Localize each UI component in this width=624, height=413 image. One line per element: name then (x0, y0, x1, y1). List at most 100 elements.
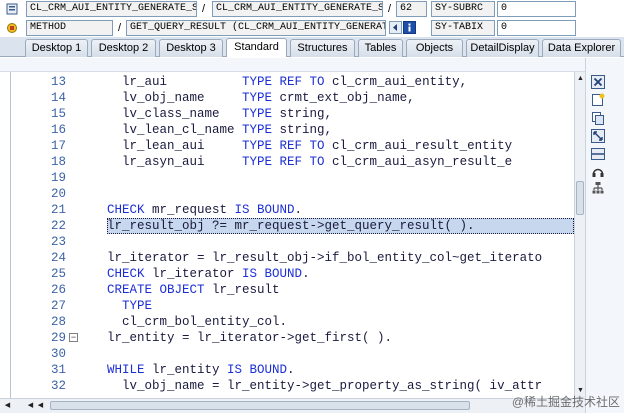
method-icon (7, 23, 17, 33)
new-icon[interactable] (591, 93, 605, 107)
line-number: 14 (50, 91, 66, 105)
code-text: cl_crm_bol_entity_col. (107, 315, 288, 329)
code-line[interactable]: 32 lv_obj_name = lr_entity->get_property… (11, 378, 574, 394)
code-line[interactable]: 29− lr_entity = lr_iterator->get_first( )… (11, 330, 574, 346)
code-text: lv_lean_cl_name TYPE string, (107, 123, 333, 137)
code-text: lr_lean_aui TYPE REF TO cl_crm_aui_resul… (107, 139, 513, 153)
line-number: 32 (50, 379, 66, 393)
separator-slash: / (118, 22, 122, 34)
headset-icon[interactable] (591, 165, 605, 179)
code-text: CREATE OBJECT lr_result (107, 283, 280, 297)
line-number: 21 (50, 203, 66, 217)
source-code-editor[interactable]: 13 lr_aui TYPE REF TO cl_crm_aui_entity,… (11, 72, 574, 398)
code-text: lr_aui TYPE REF TO cl_crm_aui_entity, (107, 75, 468, 89)
back-icon[interactable] (389, 21, 402, 34)
info-icon[interactable] (403, 21, 416, 34)
code-line[interactable]: 24 lr_iterator = lr_result_obj->if_bol_en… (11, 250, 574, 266)
code-line[interactable]: 21 CHECK mr_request IS BOUND. (11, 202, 574, 218)
vertical-scrollbar[interactable]: ▲ ▼ (574, 72, 585, 398)
expand-icon[interactable] (591, 129, 605, 143)
code-line[interactable]: 28 cl_crm_bol_entity_col. (11, 314, 574, 330)
variable-value-field[interactable]: 0 (497, 20, 576, 36)
tab-data-explorer[interactable]: Data Explorer (542, 39, 621, 57)
code-line[interactable]: 25 CHECK lr_iterator IS BOUND. (11, 266, 574, 282)
separator-slash: / (388, 3, 392, 15)
include-field[interactable]: CL_CRM_AUI_ENTITY_GENERATE_SR... (212, 1, 383, 17)
code-line[interactable]: 19 (11, 170, 574, 186)
split-icon[interactable] (591, 147, 605, 161)
tree-icon[interactable] (591, 181, 605, 195)
copy-icon[interactable] (591, 111, 605, 125)
code-text: WHILE lr_entity IS BOUND. (107, 363, 295, 377)
line-number: 22 (50, 219, 66, 233)
variable-name-field[interactable]: SY-TABIX (431, 20, 495, 36)
code-text: lv_class_name TYPE string, (107, 107, 333, 121)
scroll-first-icon[interactable]: ◀ (26, 401, 35, 410)
variable-name-field[interactable]: SY-SUBRC (431, 1, 495, 17)
line-number: 15 (50, 107, 66, 121)
code-text: TYPE (122, 299, 153, 313)
code-text: lr_entity = lr_iterator->get_first( ). (107, 331, 393, 345)
scroll-up-icon[interactable]: ▲ (576, 74, 585, 83)
line-number-field[interactable]: 62 (396, 1, 427, 17)
editor-toolstrip (0, 58, 624, 72)
program-icon (6, 3, 18, 15)
tab-structures[interactable]: Structures (290, 39, 355, 57)
tab-detail-display[interactable]: DetailDisplay (466, 39, 539, 57)
line-number: 29 (50, 331, 66, 345)
tab-objects[interactable]: Objects (406, 39, 463, 57)
code-text: lv_obj_name = lr_entity->get_property_as… (107, 379, 543, 393)
line-number: 16 (50, 123, 66, 137)
code-line-current[interactable]: 22 lr_result_obj ?= mr_request->get_query… (11, 218, 574, 234)
line-number: 17 (50, 139, 66, 153)
watermark: @稀土掘金技术社区 (511, 395, 620, 409)
separator-slash: / (202, 3, 206, 15)
line-number: 18 (50, 155, 66, 169)
variable-value-field[interactable]: 0 (497, 1, 576, 17)
method-field[interactable]: GET_QUERY_RESULT (CL_CRM_AUI_ENTITY_GENE… (126, 20, 386, 36)
program-field[interactable]: CL_CRM_AUI_ENTITY_GENERATE_SR... (26, 1, 197, 17)
tab-tables[interactable]: Tables (358, 39, 403, 57)
line-number: 26 (50, 283, 66, 297)
line-number: 25 (50, 267, 66, 281)
code-line[interactable]: 23 (11, 234, 574, 250)
close-icon[interactable] (591, 75, 605, 89)
code-line[interactable]: 15 lv_class_name TYPE string, (11, 106, 574, 122)
code-line[interactable]: 30 (11, 346, 574, 362)
code-text: lr_iterator = lr_result_obj->if_bol_enti… (107, 251, 543, 265)
line-number: 20 (50, 187, 66, 201)
code-line[interactable]: 27 TYPE (11, 298, 574, 314)
code-line[interactable]: 13 lr_aui TYPE REF TO cl_crm_aui_entity, (11, 74, 574, 90)
code-line[interactable]: 31 WHILE lr_entity IS BOUND. (11, 362, 574, 378)
tab-desktop-1[interactable]: Desktop 1 (25, 39, 88, 57)
horizontal-scroll-thumb[interactable] (50, 401, 470, 410)
scroll-left-icon[interactable]: ◀ (3, 401, 12, 410)
tab-standard[interactable]: Standard (226, 38, 287, 57)
line-number: 27 (50, 299, 66, 313)
vertical-scroll-thumb[interactable] (576, 181, 584, 215)
code-line[interactable]: 20 (11, 186, 574, 202)
code-line[interactable]: 26 CREATE OBJECT lr_result (11, 282, 574, 298)
fold-toggle-icon[interactable]: − (69, 333, 78, 342)
code-line[interactable]: 14 lv_obj_name TYPE crmt_ext_obj_name, (11, 90, 574, 106)
header-row-method: METHOD / GET_QUERY_RESULT (CL_CRM_AUI_EN… (0, 19, 624, 37)
code-text: lr_result_obj ?= mr_request->get_query_r… (107, 219, 475, 233)
code-text: lv_obj_name TYPE crmt_ext_obj_name, (107, 91, 415, 105)
code-line[interactable]: 17 lr_lean_aui TYPE REF TO cl_crm_aui_re… (11, 138, 574, 154)
code-line[interactable]: 18 lr_asyn_aui TYPE REF TO cl_crm_aui_as… (11, 154, 574, 170)
line-number: 23 (50, 235, 66, 249)
code-line[interactable]: 16 lv_lean_cl_name TYPE string, (11, 122, 574, 138)
tab-desktop-3[interactable]: Desktop 3 (159, 39, 223, 57)
line-number: 30 (50, 347, 66, 361)
type-field[interactable]: METHOD (26, 20, 113, 36)
scroll-prev-icon[interactable]: ◀ (36, 401, 45, 410)
code-text: CHECK lr_iterator IS BOUND. (107, 267, 310, 281)
line-number: 31 (50, 363, 66, 377)
line-number: 13 (50, 75, 66, 89)
tab-bar: Desktop 1 Desktop 2 Desktop 3 Standard S… (0, 37, 624, 57)
line-number: 28 (50, 315, 66, 329)
code-text: CHECK mr_request IS BOUND. (107, 203, 303, 217)
line-number: 19 (50, 171, 66, 185)
horizontal-scrollbar[interactable]: ◀ ◀ ◀ (0, 398, 585, 413)
tab-desktop-2[interactable]: Desktop 2 (91, 39, 156, 57)
